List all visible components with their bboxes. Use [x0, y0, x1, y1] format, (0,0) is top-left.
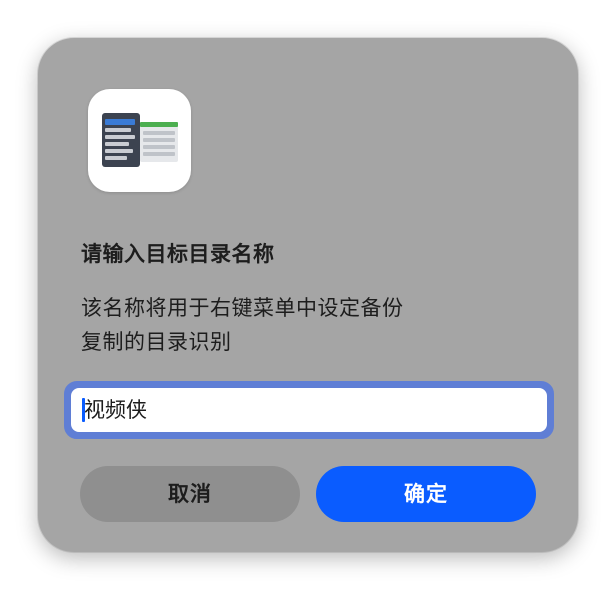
dialog-title: 请输入目标目录名称 — [81, 242, 275, 266]
dialog-message-line: 复制的目录识别 — [81, 330, 232, 354]
file-browser-icon — [102, 113, 178, 167]
directory-name-input-focus-ring: 视频侠 — [64, 381, 554, 439]
directory-name-input-value: 视频侠 — [84, 398, 147, 422]
directory-name-input[interactable]: 视频侠 — [71, 388, 547, 432]
app-icon — [88, 89, 191, 192]
input-dialog: 请输入目标目录名称 该名称将用于右键菜单中设定备份 复制的目录识别 视频侠 取消… — [38, 38, 578, 552]
dialog-message: 该名称将用于右键菜单中设定备份 复制的目录识别 — [81, 291, 521, 359]
ok-button[interactable]: 确定 — [316, 466, 536, 522]
text-caret — [82, 398, 85, 422]
cancel-button[interactable]: 取消 — [80, 466, 300, 522]
dialog-message-line: 该名称将用于右键菜单中设定备份 — [81, 296, 404, 320]
